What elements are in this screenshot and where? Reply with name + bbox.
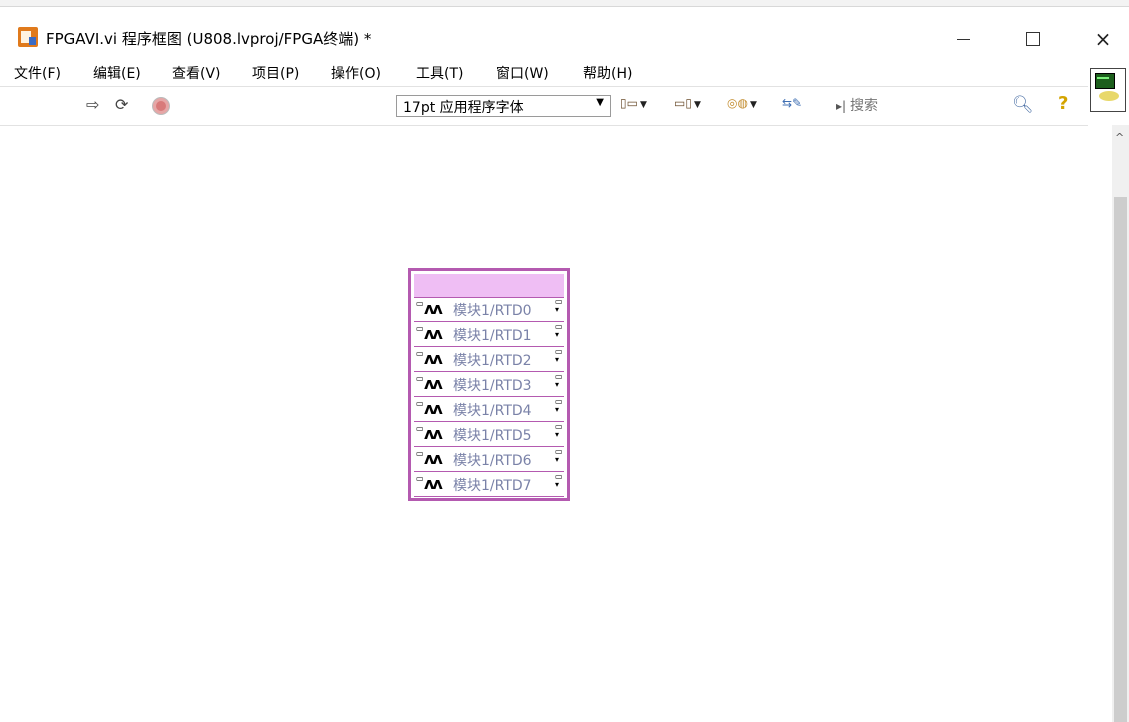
io-channel-label: 模块1/RTD2 (453, 353, 532, 369)
labview-app-icon (18, 27, 38, 47)
title-bar: FPGAVI.vi 程序框图 (U808.lvproj/FPGA终端) * × (0, 7, 1129, 59)
menu-tools[interactable]: 工具(T) (416, 63, 463, 83)
help-icon[interactable]: ? (1058, 93, 1068, 114)
input-terminal-icon: ▭ (416, 474, 424, 483)
io-node-row[interactable]: ▭ ʌʌ 模块1/RTD2 ▭ ▾ (414, 348, 564, 372)
output-terminal-icon: ▭ ▾ (555, 447, 563, 464)
menu-edit[interactable]: 编辑(E) (93, 63, 141, 83)
menu-operate[interactable]: 操作(O) (331, 63, 381, 83)
input-terminal-icon: ▭ (416, 399, 424, 408)
search-input[interactable] (848, 95, 1002, 117)
io-node-row[interactable]: ▭ ʌʌ 模块1/RTD5 ▭ ▾ (414, 423, 564, 447)
chevron-down-icon: ▼ (693, 100, 701, 110)
io-channel-label: 模块1/RTD4 (453, 403, 532, 419)
io-node-row[interactable]: ▭ ʌʌ 模块1/RTD6 ▭ ▾ (414, 448, 564, 472)
waveform-icon: ʌʌ (424, 349, 443, 368)
window-title: FPGAVI.vi 程序框图 (U808.lvproj/FPGA终端) * (46, 30, 372, 48)
waveform-icon: ʌʌ (424, 449, 443, 468)
output-terminal-icon: ▭ ▾ (555, 322, 563, 339)
io-node-row[interactable]: ▭ ʌʌ 模块1/RTD7 ▭ ▾ (414, 473, 564, 497)
minimize-button[interactable] (940, 19, 986, 59)
search-box: ▸| 🔍︎ (836, 95, 1048, 117)
io-node-header[interactable] (414, 274, 564, 298)
font-select[interactable]: 17pt 应用程序字体 ▼ (396, 95, 611, 117)
menu-bar: 文件(F) 编辑(E) 查看(V) 项目(P) 操作(O) 工具(T) 窗口(W… (0, 59, 1085, 85)
input-terminal-icon: ▭ (416, 299, 424, 308)
maximize-button[interactable] (1010, 19, 1056, 59)
io-channel-label: 模块1/RTD3 (453, 378, 532, 394)
output-terminal-icon: ▭ ▾ (555, 297, 563, 314)
align-objects-icon[interactable]: ▯▭ ▼ (620, 96, 647, 110)
io-node-row[interactable]: ▭ ʌʌ 模块1/RTD1 ▭ ▾ (414, 323, 564, 347)
menu-view[interactable]: 查看(V) (172, 63, 221, 83)
chevron-down-icon: ▼ (639, 100, 647, 110)
input-terminal-icon: ▭ (416, 324, 424, 333)
search-scope-icon: ▸| (836, 99, 847, 113)
minimize-icon (956, 38, 970, 40)
menu-file[interactable]: 文件(F) (14, 63, 61, 83)
io-node-row[interactable]: ▭ ʌʌ 模块1/RTD4 ▭ ▾ (414, 398, 564, 422)
window-top-edge (0, 0, 1129, 7)
chevron-down-icon: ▼ (596, 97, 604, 108)
maximize-icon (1026, 32, 1040, 46)
output-terminal-icon: ▭ ▾ (555, 422, 563, 439)
vi-icon-decoration (1099, 91, 1119, 101)
abort-icon-center (156, 101, 166, 111)
abort-icon[interactable] (152, 97, 170, 115)
io-channel-label: 模块1/RTD7 (453, 478, 532, 494)
scroll-up-icon[interactable]: ^ (1115, 131, 1124, 144)
io-node-row[interactable]: ▭ ʌʌ 模块1/RTD0 ▭ ▾ (414, 298, 564, 322)
output-terminal-icon: ▭ ▾ (555, 472, 563, 489)
waveform-icon: ʌʌ (424, 424, 443, 443)
io-channel-label: 模块1/RTD1 (453, 328, 532, 344)
scrollbar-thumb[interactable] (1114, 197, 1127, 722)
reorder-icon[interactable]: ◎◍ ▼ (727, 96, 757, 110)
waveform-icon: ʌʌ (424, 324, 443, 343)
fpga-io-node[interactable]: ▭ ʌʌ 模块1/RTD0 ▭ ▾ ▭ ʌʌ 模块1/RTD1 ▭ ▾ ▭ ʌʌ 模块1/RTD2 ▭ ▾ ▭… (408, 268, 570, 501)
output-terminal-icon: ▭ ▾ (555, 397, 563, 414)
waveform-icon: ʌʌ (424, 299, 443, 318)
clean-up-diagram-icon[interactable]: ⇆✎ (782, 96, 802, 110)
io-channel-label: 模块1/RTD5 (453, 428, 532, 444)
input-terminal-icon: ▭ (416, 349, 424, 358)
waveform-icon: ʌʌ (424, 474, 443, 493)
waveform-icon: ʌʌ (424, 399, 443, 418)
input-terminal-icon: ▭ (416, 424, 424, 433)
font-select-value: 17pt 应用程序字体 (403, 100, 524, 116)
distribute-objects-icon[interactable]: ▭▯ ▼ (674, 96, 701, 110)
io-channel-label: 模块1/RTD0 (453, 303, 532, 319)
menu-project[interactable]: 项目(P) (252, 63, 299, 83)
input-terminal-icon: ▭ (416, 374, 424, 383)
output-terminal-icon: ▭ ▾ (555, 372, 563, 389)
menu-window[interactable]: 窗口(W) (496, 63, 549, 83)
search-icon[interactable]: 🔍︎ (1012, 95, 1034, 115)
vi-icon-pane[interactable] (1090, 68, 1126, 112)
toolbar: ⇨ ⟳ 17pt 应用程序字体 ▼ ▯▭▼ ▭▯▼ ◎◍▼ ⇆✎ ▸| 🔍︎ ? (0, 86, 1088, 126)
output-terminal-icon: ▭ ▾ (555, 347, 563, 364)
run-continuously-icon[interactable]: ⟳ (115, 95, 128, 114)
waveform-icon: ʌʌ (424, 374, 443, 393)
menu-help[interactable]: 帮助(H) (583, 63, 632, 83)
vertical-scrollbar[interactable]: ^ (1112, 125, 1129, 722)
close-button[interactable]: × (1080, 19, 1126, 59)
io-node-row[interactable]: ▭ ʌʌ 模块1/RTD3 ▭ ▾ (414, 373, 564, 397)
run-arrow-icon[interactable]: ⇨ (86, 95, 99, 114)
chevron-down-icon: ▼ (749, 100, 757, 110)
input-terminal-icon: ▭ (416, 449, 424, 458)
io-channel-label: 模块1/RTD6 (453, 453, 532, 469)
vi-icon-waveform (1097, 77, 1109, 84)
